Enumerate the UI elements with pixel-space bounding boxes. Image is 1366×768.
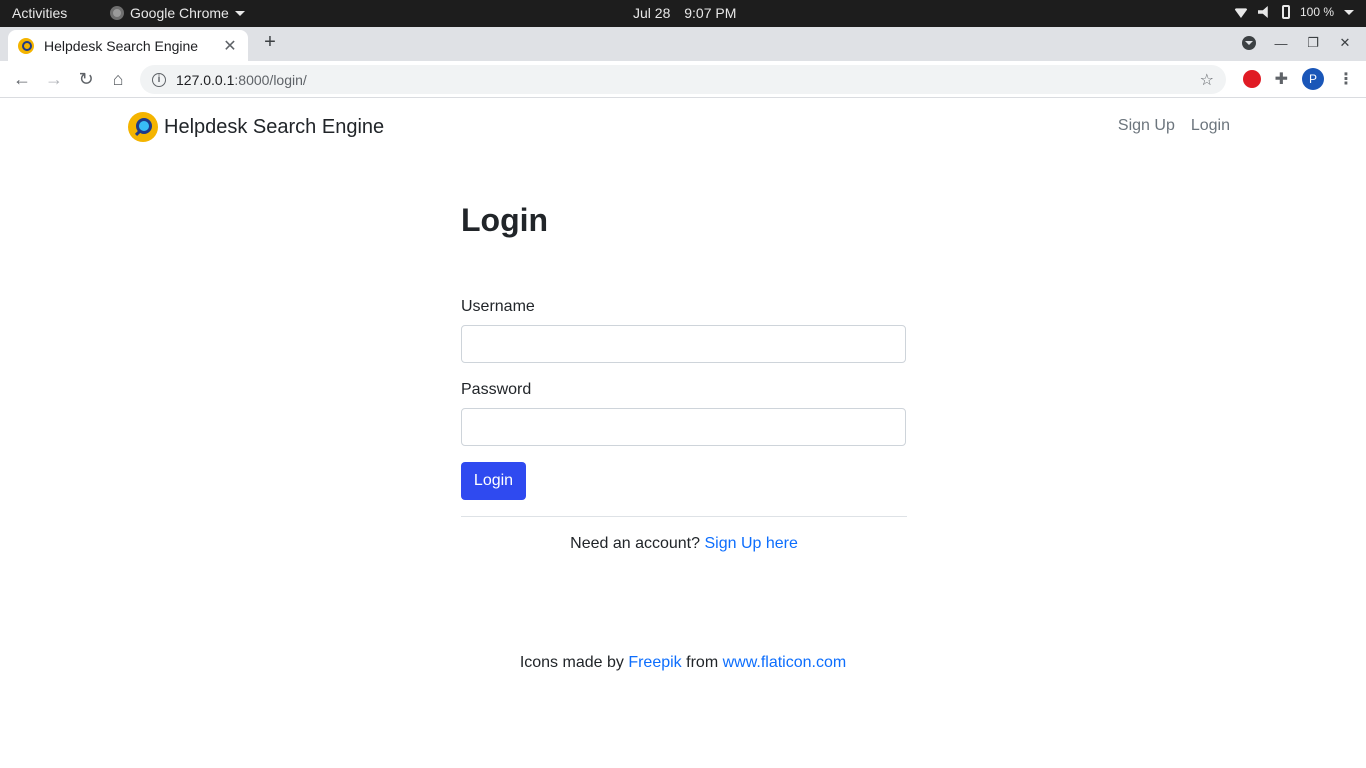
back-arrow-icon[interactable]: ← — [12, 69, 32, 89]
address-bar[interactable]: i 127.0.0.1:8000/login/ ☆ — [140, 65, 1226, 94]
chrome-icon — [110, 6, 124, 20]
extensions-puzzle-icon[interactable]: ✚ — [1275, 69, 1288, 89]
profile-avatar[interactable]: P — [1302, 68, 1324, 90]
battery-icon — [1281, 5, 1290, 19]
site-info-icon[interactable]: i — [152, 72, 166, 87]
wifi-icon — [1233, 8, 1248, 18]
forward-arrow-icon[interactable]: → — [44, 69, 64, 89]
window-controls: — ❐ ✕ — [1242, 35, 1352, 51]
reload-icon[interactable]: ↻ — [76, 69, 96, 89]
page-title: Login — [461, 202, 549, 238]
activities-button[interactable]: Activities — [12, 5, 67, 21]
browser-tab[interactable]: Helpdesk Search Engine ✕ — [8, 30, 248, 61]
battery-level: 100 % — [1299, 5, 1334, 19]
nav-signup-link[interactable]: Sign Up — [1118, 117, 1175, 135]
login-button[interactable]: Login — [461, 462, 526, 500]
tab-title: Helpdesk Search Engine — [44, 37, 199, 54]
nav-login-link[interactable]: Login — [1191, 117, 1230, 135]
web-page: Helpdesk Search Engine Sign Up Login Log… — [0, 99, 1366, 768]
password-input[interactable] — [461, 408, 906, 446]
tab-search-icon[interactable] — [1242, 36, 1256, 50]
bookmark-star-icon[interactable]: ☆ — [1200, 70, 1214, 90]
clock[interactable]: Jul 28 9:07 PM — [633, 5, 736, 21]
brand-name: Helpdesk Search Engine — [164, 115, 385, 138]
footer-middle: from — [686, 654, 719, 671]
close-window-icon[interactable]: ✕ — [1338, 35, 1352, 51]
freepik-link[interactable]: Freepik — [628, 654, 681, 671]
search-engine-favicon-icon — [18, 37, 34, 54]
footer-attribution: Icons made by Freepik from www.flaticon.… — [0, 654, 1366, 672]
flaticon-link[interactable]: www.flaticon.com — [723, 654, 847, 671]
need-account-text: Need an account? — [570, 535, 701, 552]
home-icon[interactable]: ⌂ — [108, 69, 128, 89]
username-label: Username — [461, 298, 535, 315]
caret-down-icon — [234, 10, 245, 16]
clock-time: 9:07 PM — [684, 5, 737, 21]
url-path: :8000/login/ — [234, 71, 307, 88]
app-menu-label: Google Chrome — [130, 5, 229, 21]
minimize-icon[interactable]: — — [1274, 36, 1288, 51]
username-input[interactable] — [461, 325, 906, 363]
volume-icon — [1257, 6, 1268, 18]
login-form: Login Username Password Login Need an ac… — [461, 202, 907, 553]
system-top-bar: Activities Google Chrome Jul 28 9:07 PM … — [0, 0, 1366, 27]
app-menu[interactable]: Google Chrome — [110, 5, 245, 21]
browser-toolbar: ← → ↻ ⌂ i 127.0.0.1:8000/login/ ☆ ✚ P ⋮ — [0, 61, 1366, 98]
restore-icon[interactable]: ❐ — [1306, 35, 1320, 51]
close-tab-icon[interactable]: ✕ — [222, 36, 238, 56]
tab-strip: Helpdesk Search Engine ✕ + — ❐ ✕ — [0, 27, 1366, 61]
system-tray[interactable]: 100 % — [1233, 5, 1354, 19]
navbar-links: Sign Up Login — [1118, 117, 1230, 135]
signup-prompt: Need an account? Sign Up here — [461, 535, 907, 553]
caret-down-icon — [1344, 9, 1354, 15]
clock-date: Jul 28 — [633, 5, 671, 21]
footer-prefix: Icons made by — [519, 654, 624, 671]
new-tab-button[interactable]: + — [259, 31, 281, 54]
signup-here-link[interactable]: Sign Up here — [704, 535, 797, 552]
adblock-extension-icon[interactable] — [1242, 70, 1261, 88]
extensions-area: ✚ P ⋮ — [1242, 68, 1354, 90]
menu-kebab-icon[interactable]: ⋮ — [1338, 69, 1354, 89]
navbar-brand[interactable]: Helpdesk Search Engine — [128, 112, 384, 142]
divider — [461, 516, 907, 517]
magnifier-logo-icon — [128, 112, 158, 142]
password-label: Password — [461, 381, 532, 398]
url-host: 127.0.0.1 — [176, 71, 235, 88]
url-text: 127.0.0.1:8000/login/ — [176, 72, 1200, 88]
